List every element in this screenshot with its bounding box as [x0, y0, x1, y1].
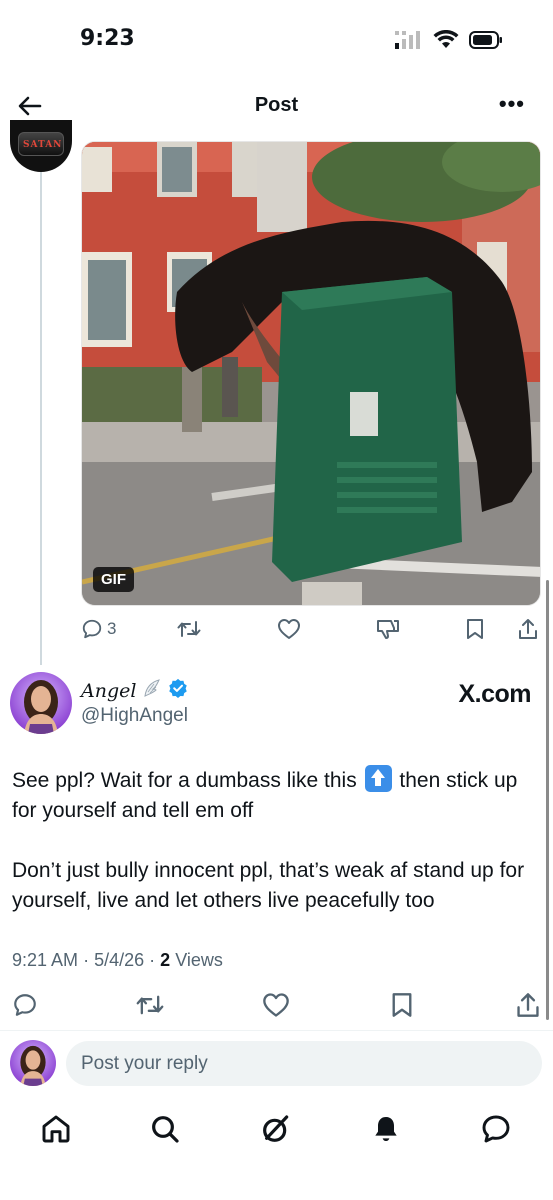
- repost-icon: [136, 992, 164, 1018]
- author-name-row[interactable]: Angel: [81, 678, 188, 703]
- gif-badge: GIF: [93, 567, 134, 592]
- reply-icon: [81, 618, 103, 640]
- thread-line: [40, 170, 42, 665]
- nav-bar: Post •••: [0, 80, 553, 132]
- tweet-paragraph-1: See ppl? Wait for a dumbass like this th…: [12, 765, 542, 826]
- bottom-tab-bar: [0, 1105, 553, 1155]
- status-time: 9:23: [80, 26, 135, 51]
- thumbs-down-icon: [376, 618, 400, 640]
- xcom-watermark: X.com: [458, 680, 531, 708]
- reply-button[interactable]: [12, 992, 38, 1018]
- gif-media[interactable]: GIF: [81, 141, 541, 606]
- up-arrow-emoji-icon: [364, 765, 392, 792]
- verified-badge-icon: [168, 678, 188, 703]
- reply-icon: [12, 992, 38, 1018]
- parent-reply-button[interactable]: 3: [81, 618, 116, 640]
- bell-icon: [375, 1117, 397, 1141]
- repost-icon: [177, 618, 201, 640]
- reply-box[interactable]: [66, 1041, 542, 1086]
- bookmark-icon: [465, 618, 485, 640]
- parent-reply-count: 3: [107, 619, 117, 638]
- divider: [0, 1030, 553, 1031]
- reply-avatar-image: [10, 1040, 56, 1086]
- page-title: Post: [254, 94, 299, 116]
- more-options-button[interactable]: •••: [499, 93, 525, 115]
- parent-downvote-button[interactable]: [376, 618, 400, 640]
- bookmark-icon: [390, 992, 414, 1018]
- share-icon: [517, 618, 539, 640]
- tab-home[interactable]: [40, 1113, 74, 1147]
- signal-icon: [395, 31, 423, 54]
- reply-avatar: [10, 1040, 56, 1086]
- tweet-date[interactable]: 5/4/26: [94, 950, 144, 970]
- like-button[interactable]: [262, 992, 290, 1018]
- tweet-paragraph-2: Don’t just bully innocent ppl, that’s we…: [12, 859, 525, 912]
- bookmark-button[interactable]: [390, 992, 414, 1018]
- status-icons: [395, 29, 503, 55]
- heart-icon: [277, 618, 301, 640]
- home-icon: [42, 1115, 70, 1143]
- views-label: Views: [175, 950, 223, 970]
- battery-icon: [469, 31, 503, 54]
- tab-messages[interactable]: [480, 1113, 514, 1147]
- author-avatar-image: [10, 672, 72, 734]
- wing-emoji-icon: [142, 678, 162, 703]
- status-bar: 9:23: [0, 0, 553, 80]
- parent-share-button[interactable]: [517, 618, 539, 640]
- tab-notifications[interactable]: [370, 1113, 404, 1147]
- scrollbar[interactable]: [546, 580, 549, 1020]
- tweet-time[interactable]: 9:21 AM: [12, 950, 78, 970]
- grok-icon: [263, 1115, 289, 1142]
- author-avatar[interactable]: [10, 672, 72, 734]
- tab-search[interactable]: [149, 1113, 183, 1147]
- author-handle[interactable]: @HighAngel: [81, 705, 188, 727]
- messages-icon: [482, 1115, 510, 1143]
- repost-button[interactable]: [136, 992, 164, 1018]
- avatar-logo: SATAN: [18, 132, 64, 156]
- tweet-meta: 9:21 AM · 5/4/26 · 2 Views: [12, 950, 223, 970]
- heart-icon: [262, 992, 290, 1018]
- parent-avatar[interactable]: SATAN: [10, 120, 72, 172]
- reply-input[interactable]: [66, 1041, 542, 1086]
- parent-like-button[interactable]: [277, 618, 301, 640]
- tab-grok[interactable]: [260, 1113, 294, 1147]
- parent-bookmark-button[interactable]: [465, 618, 485, 640]
- search-icon: [152, 1116, 179, 1143]
- tweet-text: See ppl? Wait for a dumbass like this th…: [12, 765, 542, 916]
- views-count: 2: [160, 950, 171, 970]
- share-button[interactable]: [515, 992, 541, 1018]
- share-icon: [515, 992, 541, 1018]
- gif-frame-image: [82, 142, 540, 605]
- author-name: Angel: [81, 679, 137, 702]
- wifi-icon: [433, 29, 459, 55]
- parent-repost-button[interactable]: [177, 618, 201, 640]
